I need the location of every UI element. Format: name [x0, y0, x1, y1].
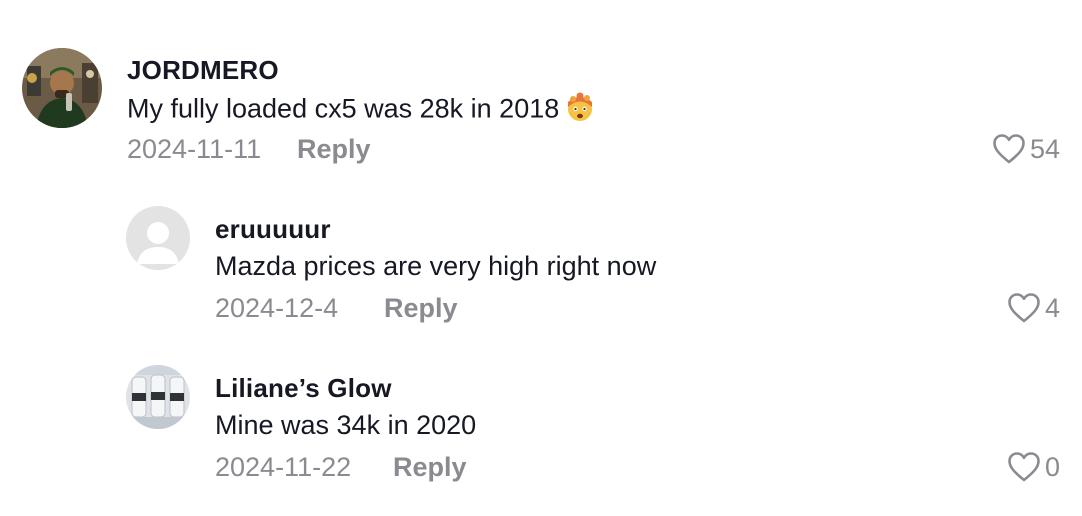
like-button[interactable]: 4 — [1007, 292, 1060, 324]
comment-date: 2024-11-11 — [127, 134, 262, 164]
comment-text: My fully loaded cx5 was 28k in 2018 — [127, 92, 595, 129]
user-photo-icon — [22, 48, 102, 128]
comment-username[interactable]: JORDMERO — [127, 55, 279, 86]
reply-button[interactable]: Reply — [393, 452, 467, 483]
comment-item: JORDMERO My fully loaded cx5 was 28k in … — [0, 0, 1082, 180]
comment-username[interactable]: eruuuuur — [215, 214, 331, 245]
comment-date: 2024-11-22 — [215, 452, 352, 482]
reply-button[interactable]: Reply — [384, 293, 458, 324]
heart-icon — [993, 134, 1025, 164]
like-count: 4 — [1044, 292, 1060, 323]
product-photo-icon — [126, 365, 190, 429]
like-button[interactable]: 0 — [1007, 451, 1060, 483]
comment-text: Mazda prices are very high right now — [215, 251, 657, 281]
comment-item: Liliane’s Glow Mine was 34k in 2020 2024… — [0, 340, 1082, 516]
like-button[interactable]: 54 — [992, 133, 1060, 165]
like-count: 54 — [1029, 133, 1060, 164]
exploding-head-emoji-icon — [565, 92, 595, 129]
comment-text-content: My fully loaded cx5 was 28k in 2018 — [127, 93, 560, 124]
comment-text: Mine was 34k in 2020 — [215, 410, 477, 440]
avatar[interactable] — [126, 365, 190, 429]
comment-item: eruuuuur Mazda prices are very high righ… — [0, 180, 1082, 340]
comment-date: 2024-12-4 — [215, 293, 339, 323]
avatar[interactable] — [126, 206, 190, 270]
default-avatar-icon — [137, 222, 179, 264]
reply-button[interactable]: Reply — [297, 134, 371, 165]
comment-username[interactable]: Liliane’s Glow — [215, 373, 392, 404]
heart-icon — [1008, 452, 1040, 482]
avatar[interactable] — [22, 48, 102, 128]
like-count: 0 — [1044, 451, 1060, 482]
heart-icon — [1008, 293, 1040, 323]
